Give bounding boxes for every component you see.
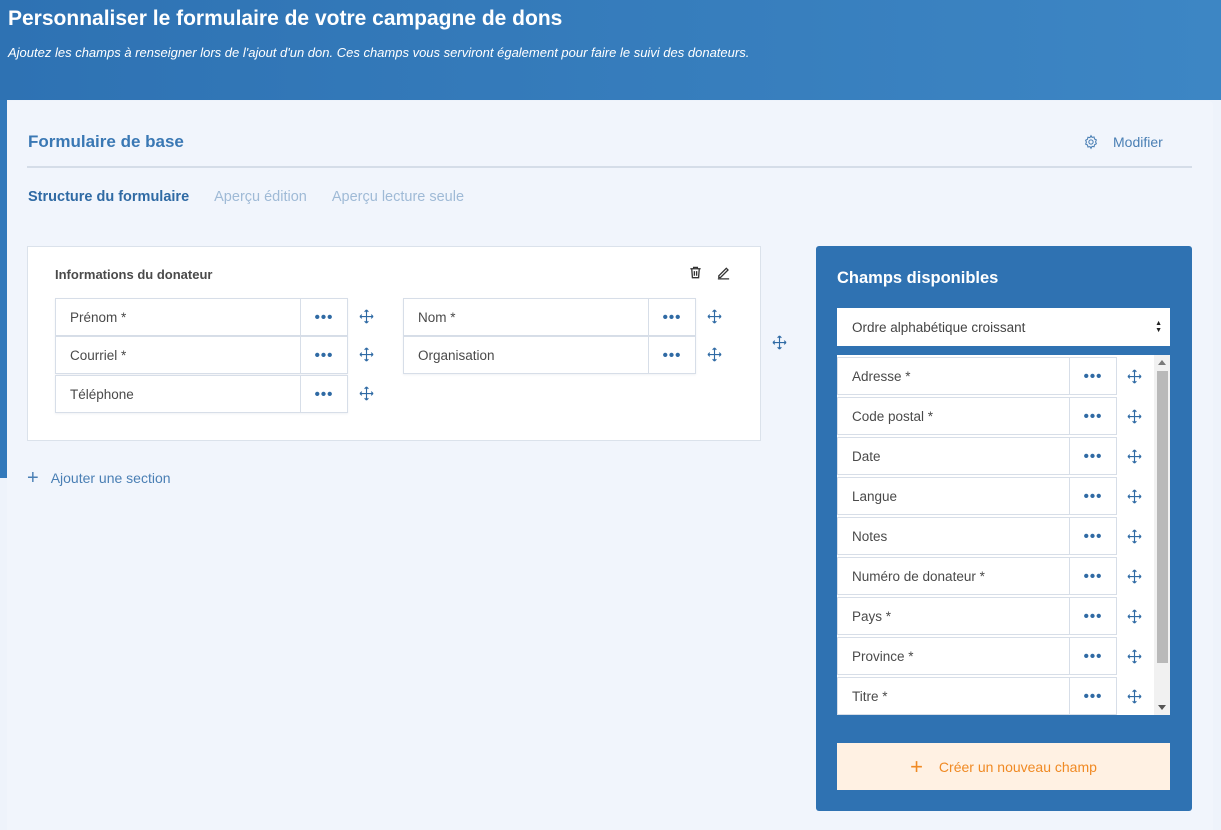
field-telephone[interactable]: Téléphone ••• [55,375,348,413]
scroll-up-arrow-icon[interactable] [1158,360,1166,365]
move-icon[interactable] [1127,529,1142,544]
field-prenom[interactable]: Prénom * ••• [55,298,348,336]
field-options-button[interactable]: ••• [1069,518,1116,554]
move-icon[interactable] [359,386,374,401]
select-arrows-icon: ▲ ▼ [1155,320,1162,334]
available-field-item[interactable]: Code postal * ••• [837,397,1117,435]
field-label: Langue [852,488,898,504]
move-icon[interactable] [1127,609,1142,624]
add-section-label: Ajouter une section [50,470,171,486]
field-options-button[interactable]: ••• [1069,398,1116,434]
available-fields-panel: Champs disponibles Ordre alphabétique cr… [816,246,1192,811]
move-icon[interactable] [1127,649,1142,664]
move-icon[interactable] [707,309,722,324]
form-card: Formulaire de base Modifier Structure du… [7,101,1213,830]
scroll-thumb[interactable] [1157,371,1168,663]
create-field-label: Créer un nouveau champ [938,758,1097,775]
column-move-icon[interactable] [772,335,787,350]
move-icon[interactable] [707,347,722,362]
plus-icon: + [27,467,39,489]
header-divider [27,166,1192,168]
trash-icon[interactable] [688,265,703,280]
sort-select[interactable]: Ordre alphabétique croissant ▲ ▼ [837,308,1170,346]
field-options-button[interactable]: ••• [300,376,347,412]
available-field-item[interactable]: Date ••• [837,437,1117,475]
field-label: Notes [852,528,888,544]
move-icon[interactable] [1127,689,1142,704]
field-options-button[interactable]: ••• [1069,478,1116,514]
move-icon[interactable] [1127,489,1142,504]
field-courriel[interactable]: Courriel * ••• [55,336,348,374]
edit-pencil-icon[interactable] [716,265,731,280]
panel-title: Champs disponibles [837,269,999,287]
field-options-button[interactable]: ••• [1069,638,1116,674]
field-label: Numéro de donateur * [852,568,985,584]
available-field-item[interactable]: Notes ••• [837,517,1117,555]
field-options-button[interactable]: ••• [1069,358,1116,394]
tab-structure[interactable]: Structure du formulaire [28,189,189,205]
field-options-button[interactable]: ••• [1069,438,1116,474]
field-options-button[interactable]: ••• [648,337,695,373]
move-icon[interactable] [1127,569,1142,584]
field-label: Adresse * [852,368,911,384]
gear-icon [1084,134,1098,150]
available-field-item[interactable]: Numéro de donateur * ••• [837,557,1117,595]
list-scrollbar[interactable] [1154,355,1170,715]
field-options-button[interactable]: ••• [1069,558,1116,594]
field-label: Courriel * [70,347,127,363]
modify-button[interactable]: Modifier [1083,130,1163,154]
tab-edit-preview[interactable]: Aperçu édition [214,189,307,205]
sort-select-value: Ordre alphabétique croissant [852,319,1026,335]
page-title: Personnaliser le formulaire de votre cam… [8,7,563,30]
field-label: Organisation [418,347,495,363]
move-icon[interactable] [1127,369,1142,384]
field-options-button[interactable]: ••• [1069,678,1116,714]
field-label: Prénom * [70,309,127,325]
field-options-button[interactable]: ••• [648,299,695,335]
field-options-button[interactable]: ••• [300,299,347,335]
create-field-button[interactable]: + Créer un nouveau champ [837,743,1170,790]
move-icon[interactable] [359,347,374,362]
move-icon[interactable] [359,309,374,324]
field-label: Nom * [418,309,456,325]
modify-label: Modifier [1113,134,1163,150]
available-field-item[interactable]: Titre * ••• [837,677,1117,715]
field-label: Pays * [852,608,892,624]
available-fields-list[interactable]: Adresse * ••• Code postal * ••• Date ••• Langu… [837,355,1170,715]
field-organisation[interactable]: Organisation ••• [403,336,696,374]
section-donor-info: Informations du donateur Prénom * ••• Co… [27,246,761,441]
tab-readonly-preview[interactable]: Aperçu lecture seule [332,189,464,205]
header-side-strip [0,100,7,478]
section-title: Informations du donateur [55,267,213,282]
move-icon[interactable] [1127,409,1142,424]
field-options-button[interactable]: ••• [1069,598,1116,634]
add-section-button[interactable]: + Ajouter une section [27,468,171,488]
field-label: Titre * [852,688,888,704]
field-nom[interactable]: Nom * ••• [403,298,696,336]
move-icon[interactable] [1127,449,1142,464]
plus-icon: + [910,753,923,779]
form-tabs: Structure du formulaire Aperçu édition A… [28,189,464,205]
field-label: Province * [852,648,914,664]
field-label: Date [852,448,881,464]
available-field-item[interactable]: Province * ••• [837,637,1117,675]
field-options-button[interactable]: ••• [300,337,347,373]
section-actions [688,265,731,280]
scroll-down-arrow-icon[interactable] [1158,705,1166,710]
available-field-item[interactable]: Pays * ••• [837,597,1117,635]
field-label: Code postal * [852,408,934,424]
available-field-item[interactable]: Adresse * ••• [837,357,1117,395]
field-label: Téléphone [70,386,134,402]
form-title: Formulaire de base [28,132,184,151]
available-field-item[interactable]: Langue ••• [837,477,1117,515]
page-subtitle: Ajoutez les champs à renseigner lors de … [8,45,750,60]
